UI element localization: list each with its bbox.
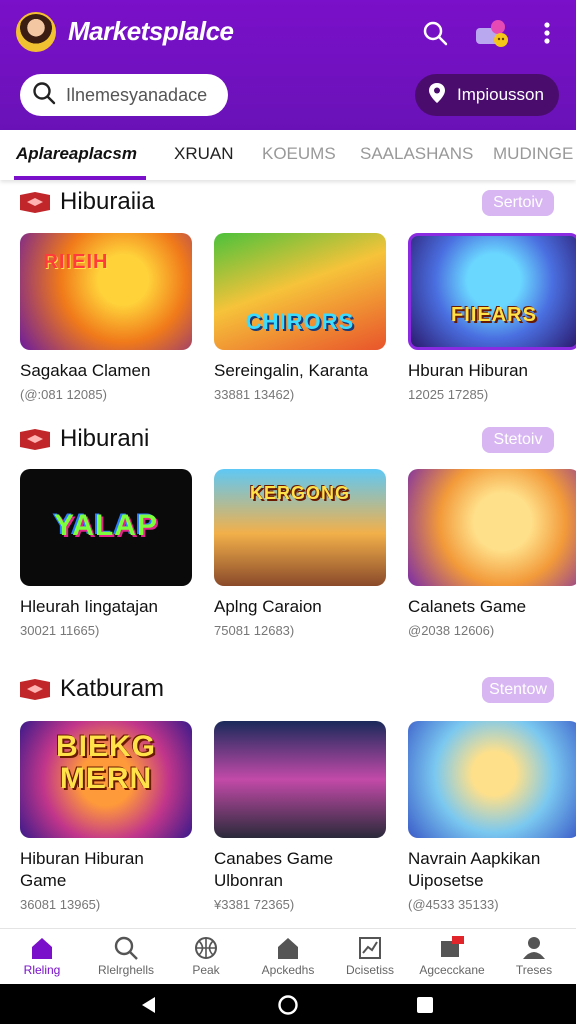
- thumbnail-art-text: BIEKG MERN: [55, 730, 156, 795]
- game-card[interactable]: Navrain Aapkikan Uiposetse (@4533 35133): [408, 721, 576, 912]
- nav-item-rlelrghells[interactable]: Rlelrghells: [86, 935, 166, 977]
- game-thumbnail: RIIEIH: [20, 233, 192, 350]
- game-thumbnail: [214, 721, 386, 838]
- thumbnail-art-text: KERGONG: [249, 483, 350, 503]
- search-bar[interactable]: [20, 74, 228, 116]
- game-card[interactable]: Calanets Game @2038 12606): [408, 469, 576, 638]
- card-title: Aplng Caraion: [214, 597, 322, 616]
- card-title: Calanets Game: [408, 597, 527, 616]
- basketball-icon: [195, 937, 217, 959]
- home-button-icon[interactable]: [277, 994, 299, 1016]
- see-all-button[interactable]: Sertoiv: [482, 190, 554, 216]
- thumbnail-art-text: YALAP: [54, 509, 158, 542]
- nav-label: Rleling: [23, 963, 61, 977]
- person-icon: [523, 937, 545, 959]
- game-card[interactable]: Canabes Game Ulbonran ¥3381 72365): [214, 721, 386, 912]
- card-title: Navrain Aapkikan Uiposetse: [408, 849, 541, 890]
- section-title: Hiburaiia: [60, 188, 155, 215]
- card-title: Canabes Game Ulbonran: [214, 849, 334, 890]
- game-thumbnail: KERGONG: [214, 469, 386, 586]
- search-icon[interactable]: [418, 16, 452, 50]
- tab-saalashans[interactable]: SAALASHANS: [360, 144, 473, 164]
- nav-label: Agcecckane: [419, 963, 485, 977]
- ticket-icon: [20, 429, 50, 450]
- back-icon[interactable]: [138, 994, 160, 1016]
- game-thumbnail: CHIRORS: [214, 233, 386, 350]
- see-all-button[interactable]: Stentow: [482, 677, 554, 703]
- nav-item-agcecckane[interactable]: Agcecckane: [412, 935, 492, 977]
- game-thumbnail: [408, 469, 576, 586]
- section-header: Hiburani Stetoiv: [18, 423, 558, 459]
- section-title: Katburam: [60, 675, 165, 702]
- section-header: Hiburaiia Sertoiv: [18, 186, 558, 222]
- chart-icon: [359, 937, 381, 959]
- tab-xruan[interactable]: XRUAN: [174, 144, 234, 164]
- tab-aplareaplacsm[interactable]: Aplareaplacsm: [16, 144, 137, 164]
- promo-button[interactable]: Impiousson: [415, 74, 559, 116]
- bottom-navigation: Rleling Rlelrghells Peak Apckedhs Dciset…: [0, 928, 576, 984]
- gamepad-icon[interactable]: [474, 16, 508, 50]
- card-meta: @2038 12606): [408, 623, 495, 638]
- system-navigation-bar: [0, 984, 576, 1024]
- section-header: Katburam Stentow: [18, 673, 558, 709]
- home-icon: [32, 938, 52, 959]
- app-header: Marketsplalce Impiousson: [0, 0, 576, 130]
- game-card[interactable]: CHIRORS Sereingalin, Karanta 33881 13462…: [214, 233, 386, 402]
- game-card[interactable]: YALAP Hleurah Iingatajan 30021 11665): [20, 469, 192, 638]
- promo-label: Impiousson: [457, 85, 544, 104]
- tab-mudinge[interactable]: MUDINGE: [493, 144, 573, 164]
- game-thumbnail: YALAP: [20, 469, 192, 586]
- search-input[interactable]: [66, 84, 216, 106]
- store-icon: [441, 936, 464, 957]
- card-title: Hleurah Iingatajan: [20, 597, 158, 616]
- house-icon: [278, 938, 298, 959]
- nav-label: Peak: [192, 963, 220, 977]
- card-meta: 75081 12683): [214, 623, 295, 638]
- game-card[interactable]: RIIEIH Sagakaa Clamen (@:081 12085): [20, 233, 192, 402]
- recents-icon[interactable]: [414, 994, 436, 1016]
- nav-label: Apckedhs: [261, 963, 315, 977]
- game-card[interactable]: FIIEARS Hburan Hiburan 12025 17285): [408, 233, 576, 402]
- thumbnail-art-text: CHIRORS: [245, 309, 355, 334]
- card-meta: 36081 13965): [20, 897, 101, 912]
- thumbnail-art-text: RIIEIH: [43, 251, 109, 273]
- card-meta: (@4533 35133): [408, 897, 499, 912]
- card-title: Hiburan Hiburan Game: [20, 849, 144, 890]
- tab-koeums[interactable]: KOEUMS: [262, 144, 336, 164]
- card-meta: ¥3381 72365): [214, 897, 295, 912]
- thumbnail-art-text: FIIEARS: [451, 304, 537, 326]
- ticket-icon: [20, 192, 50, 213]
- nav-label: Dcisetiss: [345, 963, 394, 977]
- card-meta: 12025 17285): [408, 387, 489, 402]
- card-title: Sereingalin, Karanta: [214, 361, 369, 380]
- game-thumbnail: FIIEARS: [408, 233, 576, 350]
- search-icon: [32, 81, 56, 110]
- nav-item-apckedhs[interactable]: Apckedhs: [248, 935, 328, 977]
- ticket-icon: [20, 679, 50, 700]
- card-title: Sagakaa Clamen: [20, 361, 151, 380]
- more-menu-icon[interactable]: [530, 16, 564, 50]
- card-meta: (@:081 12085): [20, 387, 107, 402]
- game-card[interactable]: BIEKG MERN Hiburan Hiburan Game 36081 13…: [20, 721, 192, 912]
- card-meta: 30021 11665): [20, 623, 100, 638]
- active-tab-indicator: [14, 176, 146, 180]
- nav-label: Treses: [515, 963, 553, 977]
- nav-item-dcisetiss[interactable]: Dcisetiss: [330, 935, 410, 977]
- card-meta: 33881 13462): [214, 387, 295, 402]
- category-tabs: Aplareaplacsm XRUAN KOEUMS SAALASHANS MU…: [0, 130, 576, 180]
- card-title: Hburan Hiburan: [408, 361, 529, 380]
- nav-item-peak[interactable]: Peak: [166, 935, 246, 977]
- location-pin-icon: [427, 82, 447, 109]
- nav-item-rleling[interactable]: Rleling: [2, 935, 82, 977]
- section-title: Hiburani: [60, 425, 150, 452]
- game-thumbnail: BIEKG MERN: [20, 721, 192, 838]
- game-thumbnail: [408, 721, 576, 838]
- search-icon: [114, 936, 138, 960]
- game-card[interactable]: KERGONG Aplng Caraion 75081 12683): [214, 469, 386, 638]
- see-all-button[interactable]: Stetoiv: [482, 427, 554, 453]
- nav-item-treses[interactable]: Treses: [494, 935, 574, 977]
- nav-label: Rlelrghells: [97, 963, 155, 977]
- app-title: Marketsplalce: [68, 16, 234, 46]
- avatar[interactable]: [16, 12, 56, 52]
